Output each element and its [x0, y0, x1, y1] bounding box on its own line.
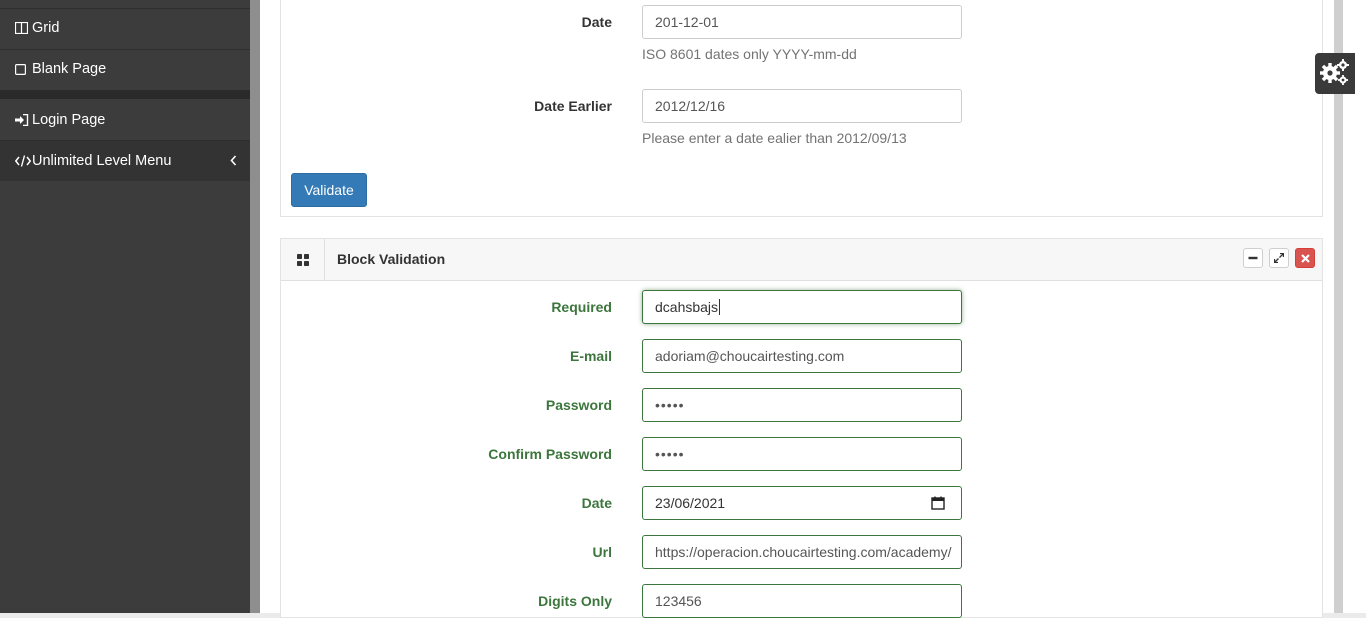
square-icon [15, 63, 31, 75]
sign-in-icon [15, 114, 31, 126]
required-label: Required [551, 299, 612, 315]
sidebar-scroll-gutter [250, 0, 260, 613]
sidebar-item-unlimited-level-menu[interactable]: Unlimited Level Menu [0, 141, 250, 181]
date-earlier-label: Date Earlier [534, 98, 612, 114]
validate-button[interactable]: Validate [291, 173, 367, 207]
sidebar-item-label: Grid [32, 20, 60, 36]
sidebar-divider [0, 90, 250, 99]
text-cursor [719, 299, 721, 315]
close-icon [1300, 250, 1310, 266]
date-picker-label: Date [581, 495, 612, 511]
expand-icon [1273, 250, 1285, 266]
minimize-button[interactable] [1243, 248, 1263, 268]
gears-icon [1320, 58, 1350, 89]
url-field[interactable]: https://operacion.choucairtesting.com/ac… [642, 535, 962, 569]
widget-grid-icon [281, 239, 325, 280]
sidebar-item-blank-page[interactable]: Blank Page [0, 49, 250, 89]
email-field[interactable]: adoriam@choucairtesting.com [642, 339, 962, 373]
grid-icon [15, 22, 31, 34]
confirm-password-label: Confirm Password [488, 446, 612, 462]
email-label: E-mail [569, 348, 612, 364]
settings-toggle[interactable] [1315, 53, 1355, 94]
date-earlier-field[interactable]: 2012/12/16 [642, 89, 962, 123]
sidebar-item-login-page[interactable]: Login Page [0, 100, 250, 140]
code-icon [15, 155, 31, 167]
expand-button[interactable] [1269, 248, 1289, 268]
chevron-left-icon [230, 154, 237, 170]
url-label: Url [592, 544, 612, 560]
date-earlier-help-text: Please enter a date ealier than 2012/09/… [642, 130, 907, 146]
date-label: Date [581, 14, 612, 30]
panel-title: Block Validation [337, 251, 446, 267]
sidebar-item-label: Unlimited Level Menu [32, 153, 172, 169]
panel-header: Block Validation [281, 239, 1322, 281]
minus-icon [1248, 250, 1258, 266]
sidebar: Grid Blank Page Login Page Unlimited Lev… [0, 0, 250, 613]
password-field[interactable]: ••••• [642, 388, 962, 422]
date-field[interactable]: 201-12-01 [642, 5, 962, 39]
date-help-text: ISO 8601 dates only YYYY-mm-dd [642, 46, 857, 62]
date-picker-field[interactable]: 23/06/2021 [642, 486, 962, 520]
sidebar-item-label: Blank Page [32, 61, 107, 77]
required-field[interactable]: dcahsbajs [642, 290, 962, 324]
confirm-password-field[interactable]: ••••• [642, 437, 962, 471]
sidebar-item-label: Login Page [32, 112, 106, 128]
calendar-icon[interactable] [931, 496, 945, 513]
password-label: Password [545, 397, 612, 413]
sidebar-item-grid[interactable]: Grid [0, 8, 250, 48]
close-button[interactable] [1295, 248, 1315, 268]
digits-only-label: Digits Only [538, 593, 612, 609]
